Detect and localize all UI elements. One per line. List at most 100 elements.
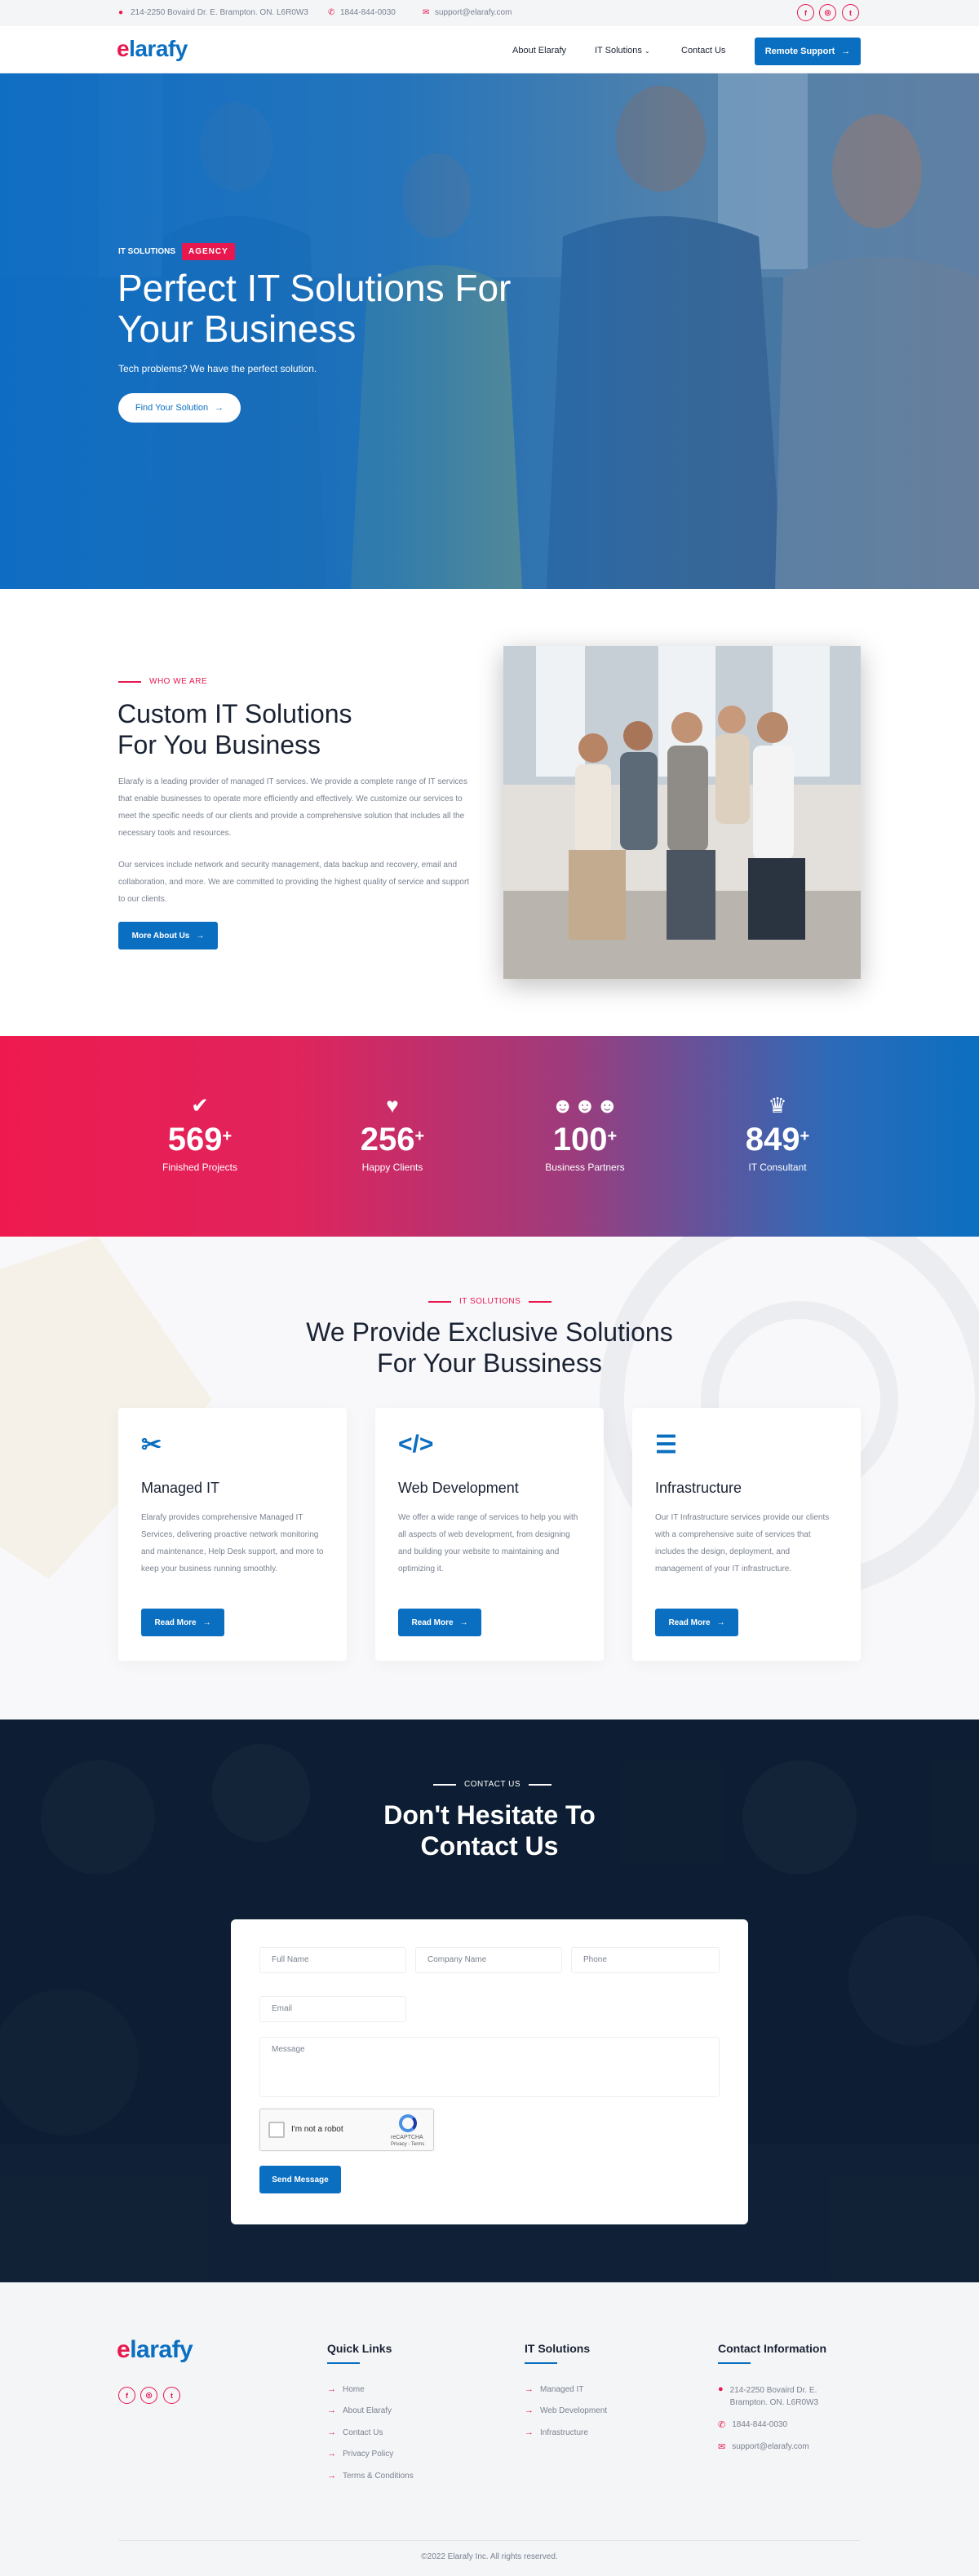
arrow-right-icon: → [327,2428,336,2437]
footer-link-web-dev[interactable]: → Web Development [525,2406,607,2415]
message-textarea[interactable]: Message [259,2037,720,2097]
send-message-button[interactable]: Send Message [259,2166,341,2193]
trophy-icon: ♛ [768,1093,787,1118]
service-card-text: Our IT Infrastructure services provide o… [655,1513,830,1573]
about-eyebrow-text: WHO WE ARE [149,677,208,686]
footer-phone[interactable]: ✆ 1844-844-0030 [718,2419,787,2430]
remote-support-button[interactable]: Remote Support → [755,38,861,65]
about-paragraph-1: Elarafy is a leading provider of managed… [118,777,467,838]
arrow-right-icon: → [327,2406,336,2415]
service-card-managed-it: ✂ Managed IT Elarafy provides comprehens… [118,1408,347,1661]
service-card-title: Web Development [398,1480,519,1496]
footer-link-managed-it[interactable]: → Managed IT [525,2384,583,2394]
quick-links-underline [327,2362,360,2364]
copyright-text: ©2022 Elarafy Inc. All rights reserved. [421,2552,558,2561]
footer-link-about[interactable]: → About Elarafy [327,2406,392,2415]
recaptcha-logo-icon [399,2114,417,2132]
arrow-right-icon: → [459,1618,468,1627]
read-more-label: Read More [411,1618,454,1627]
logo[interactable]: elarafy [117,36,188,62]
stat-business-partners: ☻☻☻ 100+ Business Partners [512,1093,658,1173]
footer-logo[interactable]: elarafy [117,2336,193,2364]
stat-value: 849+ [704,1121,851,1158]
phone-input[interactable]: Phone [571,1947,720,1973]
database-icon: ☰ [655,1432,677,1458]
arrow-right-icon: → [525,2428,534,2437]
footer-phone-text: 1844-844-0030 [732,2420,788,2429]
find-solution-button[interactable]: Find Your Solution → [118,393,241,423]
instagram-icon[interactable]: ◎ [140,2387,157,2404]
footer-link-label: Web Development [540,2406,608,2415]
services-eyebrow-text: IT SOLUTIONS [459,1297,521,1306]
captcha-checkbox[interactable] [268,2122,285,2138]
envelope-icon: ✉ [423,7,430,17]
footer-link-terms[interactable]: → Terms & Conditions [327,2471,414,2481]
topbar-email[interactable]: ✉ support@elarafy.com [423,8,512,17]
footer-email-text: support@elarafy.com [732,2442,809,2451]
map-pin-icon: ● [718,2384,724,2394]
map-pin-icon: ● [118,7,124,17]
it-solutions-underline [525,2362,557,2364]
logo-e: e [117,36,130,61]
more-about-button[interactable]: More About Us → [118,922,218,949]
stat-it-consultant: ♛ 849+ IT Consultant [704,1093,851,1173]
contact-section: CONTACT US Don't Hesitate To Contact Us … [0,1720,979,2282]
footer-link-home[interactable]: → Home [327,2384,365,2394]
topbar-email-text[interactable]: support@elarafy.com [435,8,512,17]
service-card-text: Elarafy provides comprehensive Managed I… [141,1513,324,1573]
facebook-icon[interactable]: f [797,4,814,21]
captcha-terms[interactable]: Privacy - Terms [391,2142,424,2147]
nav-link-it-solutions[interactable]: IT Solutions ⌄ [595,46,650,55]
arrow-right-icon: → [327,2471,336,2481]
read-more-button[interactable]: Read More → [655,1609,738,1636]
stat-plus: + [607,1127,618,1145]
footer-link-privacy[interactable]: → Privacy Policy [327,2449,393,2459]
eyebrow-line [118,680,141,683]
stat-plus: + [414,1127,425,1145]
captcha-brand: reCAPTCHA [391,2135,423,2140]
read-more-button[interactable]: Read More → [398,1609,481,1636]
company-name-input[interactable]: Company Name [415,1947,562,1973]
email-input[interactable]: Email [259,1996,406,2022]
facebook-icon[interactable]: f [118,2387,135,2404]
stat-plus: + [800,1127,810,1145]
arrow-right-icon: → [841,46,851,56]
stat-number: 849 [745,1122,800,1157]
footer-link-label: About Elarafy [343,2406,392,2415]
page: ● 214-2250 Bovaird Dr. E. Brampton. ON. … [0,0,979,2576]
arrow-right-icon: → [327,2449,336,2459]
stat-label: IT Consultant [748,1162,807,1173]
heart-icon: ♥ [386,1093,399,1118]
top-bar: ● 214-2250 Bovaird Dr. E. Brampton. ON. … [0,0,979,26]
footer-link-label: Infrastructure [540,2428,588,2437]
service-card-title: Infrastructure [655,1480,742,1496]
footer-link-contact[interactable]: → Contact Us [327,2428,383,2437]
about-title-line2: For You Business [117,730,321,759]
stat-value: 100+ [512,1121,658,1158]
services-title: We Provide Exclusive Solutions For Your … [245,1317,734,1379]
twitter-icon[interactable]: t [163,2387,180,2404]
nav-link-contact[interactable]: Contact Us [681,46,725,55]
recaptcha-widget[interactable]: I'm not a robot reCAPTCHA Privacy - Term… [259,2109,434,2151]
instagram-icon[interactable]: ◎ [819,4,836,21]
service-card-infrastructure: ☰ Infrastructure Our IT Infrastructure s… [632,1408,861,1661]
topbar-phone-text[interactable]: 1844-844-0030 [340,8,396,17]
contact-title-line2: Contact Us [420,1831,559,1861]
nav-link-about[interactable]: About Elarafy [512,46,566,55]
arrow-right-icon: → [716,1618,725,1627]
full-name-input[interactable]: Full Name [259,1947,406,1973]
contact-eyebrow: CONTACT US [433,1780,552,1789]
footer-email[interactable]: ✉ support@elarafy.com [718,2441,809,2452]
stat-number: 100 [552,1122,608,1157]
read-more-button[interactable]: Read More → [141,1609,224,1636]
service-card-text: We offer a wide range of services to hel… [398,1513,578,1573]
hero-tag: IT SOLUTIONS AGENCY [118,243,235,260]
contact-info-title: Contact Information [718,2342,826,2355]
stat-happy-clients: ♥ 256+ Happy Clients [319,1093,466,1173]
twitter-icon[interactable]: t [842,4,859,21]
footer-link-infrastructure[interactable]: → Infrastructure [525,2428,588,2437]
stat-finished-projects: ✔ 569+ Finished Projects [126,1093,273,1173]
envelope-icon: ✉ [718,2442,726,2452]
users-icon: ☻☻☻ [551,1093,619,1118]
topbar-phone[interactable]: ✆ 1844-844-0030 [328,8,396,17]
